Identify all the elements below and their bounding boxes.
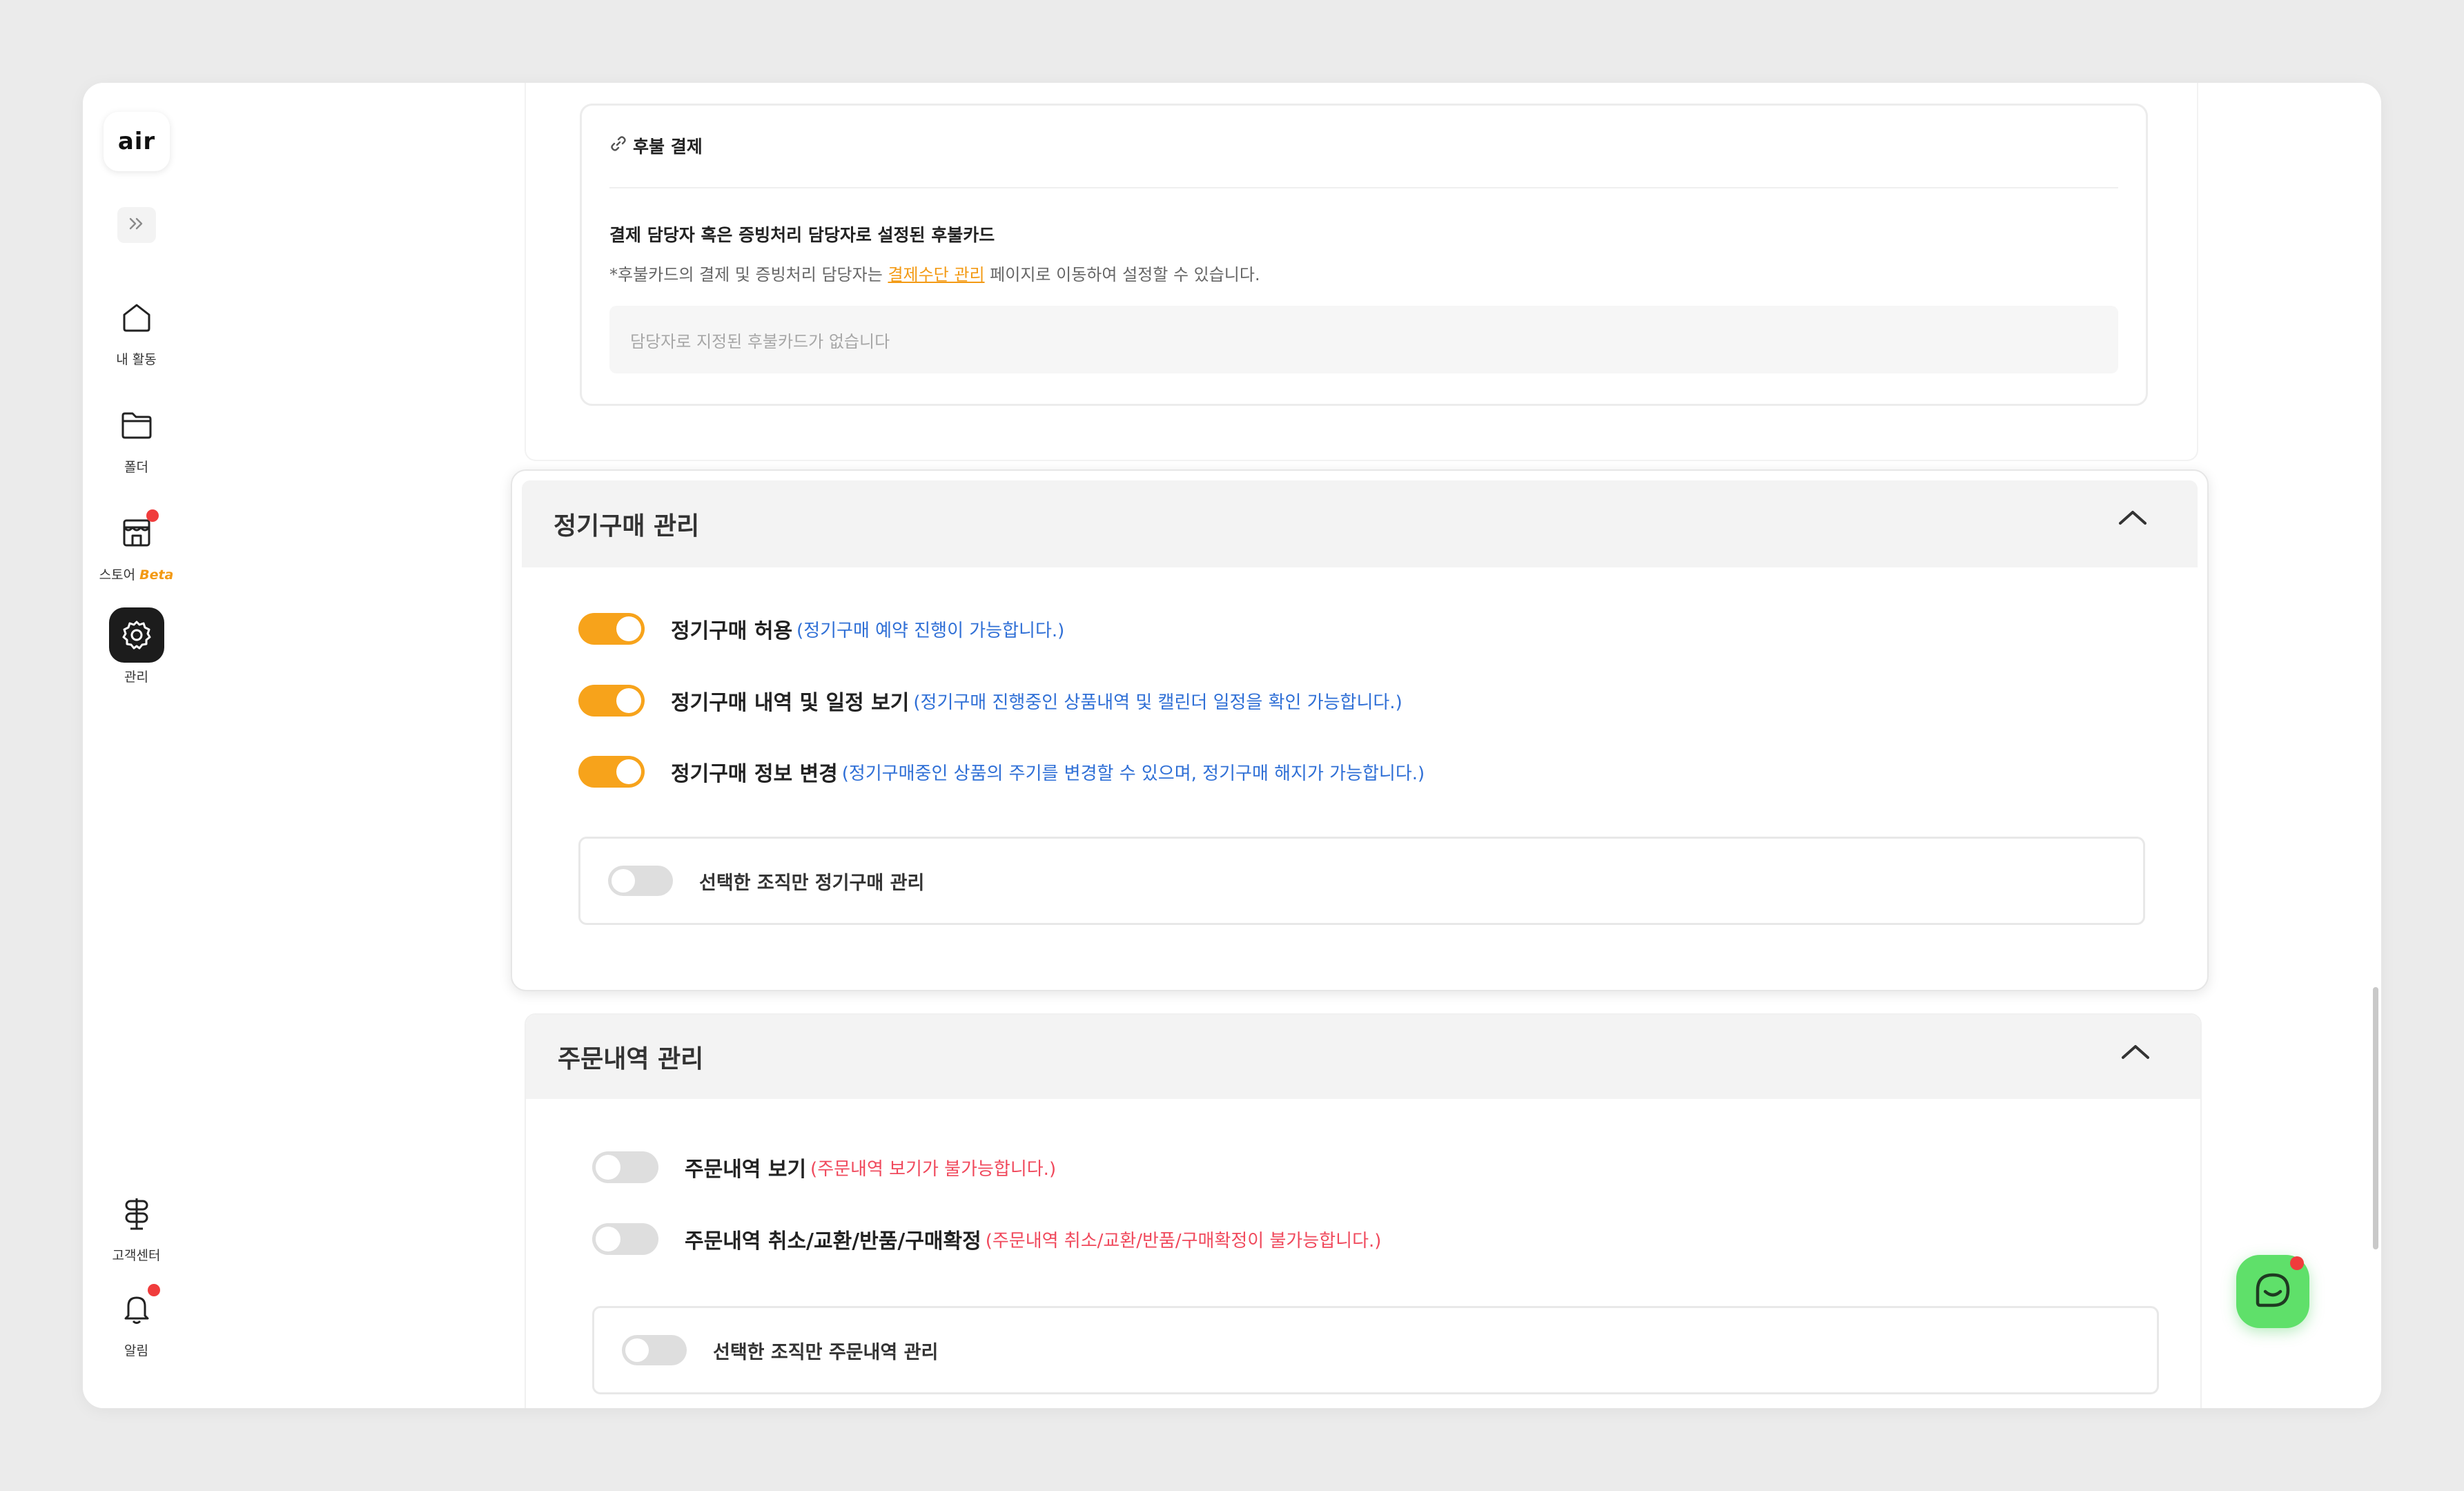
order-view-option: 주문내역 보기 (주문내역 보기가 불가능합니다.)	[592, 1151, 1056, 1183]
sidebar-item-label: 내 활동	[116, 352, 157, 367]
chat-support-button[interactable]	[2236, 1255, 2309, 1328]
chevron-up-icon	[2119, 1040, 2152, 1068]
order-history-management-card: 주문내역 관리 주문내역 보기 (주문내역 보기가 불가능합니다.) 주문내역 …	[525, 1013, 2202, 1408]
order-cancel-exchange-option: 주문내역 취소/교환/반품/구매확정 (주문내역 취소/교환/반품/구매확정이 …	[592, 1223, 1381, 1255]
collapse-button[interactable]	[2119, 1040, 2152, 1068]
sidebar: air 내 활동 폴더 스토어 Beta 관리 고객센터 알림	[83, 83, 191, 1408]
sidebar-item-customer-center[interactable]: 고객센터	[83, 1186, 190, 1264]
app-window: air 내 활동 폴더 스토어 Beta 관리 고객센터 알림 후불 결제 결제…	[83, 83, 2381, 1408]
sidebar-item-my-activity[interactable]: 내 활동	[83, 290, 190, 368]
notification-dot	[2290, 1256, 2304, 1270]
sidebar-item-label: 고객센터	[112, 1248, 161, 1263]
subscription-header[interactable]: 정기구매 관리	[522, 480, 2198, 567]
toggle-switch[interactable]	[622, 1335, 687, 1365]
subscription-edit-option: 정기구매 정보 변경 (정기구매중인 상품의 주기를 변경할 수 있으며, 정기…	[578, 756, 1425, 788]
home-icon	[109, 290, 164, 345]
deferred-payment-note: *후불카드의 결제 및 증빙처리 담당자는 결제수단 관리 페이지로 이동하여 …	[609, 265, 1260, 284]
sidebar-item-folder[interactable]: 폴더	[83, 398, 190, 476]
notification-dot	[146, 509, 159, 522]
expand-sidebar-button[interactable]	[117, 207, 156, 243]
order-history-header[interactable]: 주문내역 관리	[526, 1015, 2200, 1099]
app-logo[interactable]: air	[104, 112, 170, 171]
subscription-view-option: 정기구매 내역 및 일정 보기 (정기구매 진행중인 상품내역 및 캘린더 일정…	[578, 685, 1402, 717]
beta-badge: Beta	[139, 567, 174, 583]
subscription-management-card: 정기구매 관리 정기구매 허용 (정기구매 예약 진행이 가능합니다.) 정기구…	[511, 469, 2209, 991]
folder-icon	[109, 398, 164, 453]
toggle-switch[interactable]	[592, 1223, 658, 1255]
toggle-switch[interactable]	[578, 685, 645, 717]
deferred-payment-title: 후불 결제	[609, 133, 703, 158]
section-title: 정기구매 관리	[554, 512, 700, 540]
store-icon	[109, 505, 164, 561]
notification-dot	[147, 1284, 160, 1296]
toggle-switch[interactable]	[608, 866, 673, 896]
sidebar-item-label: 스토어 Beta	[99, 567, 174, 583]
toggle-switch[interactable]	[578, 756, 645, 788]
chevron-up-icon	[2116, 505, 2149, 534]
chat-icon	[2252, 1269, 2294, 1314]
double-chevron-right-icon	[128, 216, 146, 234]
signpost-icon	[109, 1186, 164, 1241]
deferred-payment-subtitle: 결제 담당자 혹은 증빙처리 담당자로 설정된 후불카드	[609, 225, 995, 245]
toggle-switch[interactable]	[592, 1151, 658, 1183]
link-icon	[609, 135, 627, 157]
vertical-scrollbar[interactable]	[2373, 987, 2378, 1249]
gear-icon	[108, 607, 164, 663]
payment-method-link[interactable]: 결제수단 관리	[888, 265, 984, 284]
selected-org-subscription-box: 선택한 조직만 정기구매 관리	[578, 837, 2145, 925]
sidebar-item-admin[interactable]: 관리	[83, 607, 190, 685]
deferred-payment-section: 후불 결제 결제 담당자 혹은 증빙처리 담당자로 설정된 후불카드 *후불카드…	[580, 104, 2148, 406]
sidebar-item-label: 관리	[124, 670, 148, 685]
subscription-allow-option: 정기구매 허용 (정기구매 예약 진행이 가능합니다.)	[578, 613, 1064, 645]
toggle-switch[interactable]	[578, 613, 645, 645]
section-title: 주문내역 관리	[558, 1045, 704, 1073]
sidebar-item-notifications[interactable]: 알림	[83, 1281, 190, 1359]
divider	[609, 187, 2118, 188]
sidebar-item-store[interactable]: 스토어 Beta	[83, 505, 190, 583]
selected-org-orders-box: 선택한 조직만 주문내역 관리	[592, 1306, 2159, 1394]
sidebar-item-label: 폴더	[124, 460, 148, 475]
collapse-button[interactable]	[2116, 505, 2149, 534]
empty-card-list: 담당자로 지정된 후불카드가 없습니다	[609, 306, 2118, 373]
payment-panel: 후불 결제 결제 담당자 혹은 증빙처리 담당자로 설정된 후불카드 *후불카드…	[525, 83, 2198, 461]
bell-icon	[109, 1281, 164, 1336]
main-content: 후불 결제 결제 담당자 혹은 증빙처리 담당자로 설정된 후불카드 *후불카드…	[190, 83, 2381, 1408]
sidebar-item-label: 알림	[124, 1343, 148, 1358]
